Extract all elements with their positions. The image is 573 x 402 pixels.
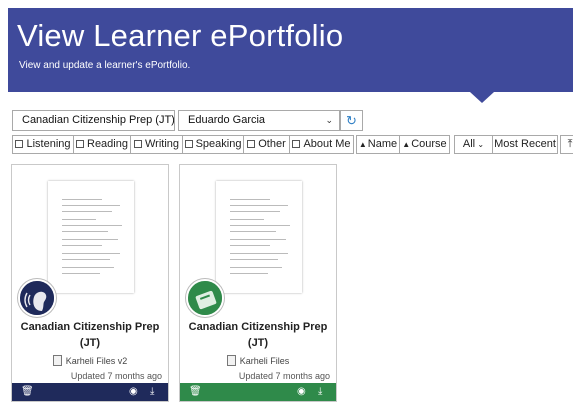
card-title: Canadian Citizenship Prep (JT) [20, 321, 160, 349]
card-source-label: Karheli Files [239, 356, 290, 366]
portfolio-card[interactable]: Canadian Citizenship Prep (JT) Karheli F… [11, 164, 169, 402]
card-source: Karheli Files [180, 355, 336, 366]
filter-label: Reading [87, 138, 128, 150]
card-title: Canadian Citizenship Prep (JT) [188, 321, 328, 349]
page-subtitle: View and update a learner's ePortfolio. [19, 60, 191, 71]
trash-icon[interactable]: 🗑︎ [189, 386, 202, 397]
portfolio-card[interactable]: Canadian Citizenship Prep (JT) Karheli F… [179, 164, 337, 402]
speaking-icon [20, 281, 54, 315]
all-filter-dropdown[interactable]: All ⌄ [454, 135, 493, 154]
filter-label: Speaking [195, 138, 242, 150]
sort-course-label: Course [411, 138, 447, 150]
filter-other[interactable]: Other [243, 135, 290, 154]
download-icon[interactable]: ⤓ [150, 386, 154, 397]
card-action-bar: 🗑︎ ◉ ⤓ [180, 383, 336, 401]
filter-speaking[interactable]: Speaking [182, 135, 244, 154]
checkbox-icon [292, 140, 301, 148]
card-action-bar: 🗑︎ ◉ ⤓ [12, 383, 168, 401]
most-recent-label: Most Recent [494, 138, 556, 150]
download-icon[interactable]: ⤓ [318, 386, 322, 397]
chevron-down-icon: ⌄ [325, 115, 333, 125]
trash-icon[interactable]: 🗑︎ [21, 386, 34, 397]
sort-course-button[interactable]: ▲︎Course [399, 135, 450, 154]
upload-button[interactable]: ⤒ [560, 135, 573, 154]
learner-select-value: Eduardo Garcia [188, 114, 266, 126]
course-select-value: Canadian Citizenship Prep (JT) [22, 114, 175, 126]
refresh-button[interactable]: ↻ [340, 110, 363, 131]
sort-name-button[interactable]: ▲︎Name [356, 135, 400, 154]
other-category-badge [186, 279, 224, 317]
course-select[interactable]: Canadian Citizenship Prep (JT) [12, 110, 175, 131]
filter-label: Listening [26, 138, 71, 150]
sort-name-label: Name [367, 138, 398, 150]
card-source: Karheli Files v2 [12, 355, 168, 366]
sort-icon: ▲︎ [402, 140, 411, 149]
checkbox-icon [15, 140, 24, 148]
checkbox-icon [184, 140, 193, 148]
eye-icon[interactable]: ◉ [129, 386, 138, 397]
learner-select[interactable]: Eduardo Garcia ⌄ [178, 110, 340, 131]
filter-about-me[interactable]: About Me [289, 135, 354, 154]
chevron-down-icon: ⌄ [475, 140, 485, 149]
filter-reading[interactable]: Reading [73, 135, 131, 154]
checkbox-icon [133, 140, 142, 148]
card-updated: Updated 7 months ago [70, 371, 162, 381]
sort-icon: ▲︎ [358, 140, 367, 149]
document-thumbnail[interactable] [48, 181, 134, 293]
refresh-icon: ↻ [346, 113, 357, 128]
filter-label: Writing [144, 138, 180, 150]
file-icon [226, 355, 236, 366]
checkbox-icon [247, 140, 256, 148]
speaking-category-badge [18, 279, 56, 317]
card-updated: Updated 7 months ago [238, 371, 330, 381]
filter-label: About Me [303, 138, 351, 150]
card-source-label: Karheli Files v2 [65, 356, 128, 366]
all-filter-label: All [462, 138, 476, 150]
header-pointer [470, 92, 494, 103]
checkbox-icon [76, 140, 84, 148]
eye-icon[interactable]: ◉ [297, 386, 306, 397]
document-icon [188, 281, 222, 315]
filter-writing[interactable]: Writing [130, 135, 183, 154]
page-title: View Learner ePortfolio [17, 18, 344, 53]
filter-listening[interactable]: Listening [12, 135, 74, 154]
file-icon [52, 355, 62, 366]
upload-icon: ⤒ [567, 138, 573, 150]
filter-label: Other [258, 138, 286, 150]
most-recent-button[interactable]: Most Recent [492, 135, 558, 154]
page-header: View Learner ePortfolio View and update … [8, 8, 573, 92]
document-thumbnail[interactable] [216, 181, 302, 293]
